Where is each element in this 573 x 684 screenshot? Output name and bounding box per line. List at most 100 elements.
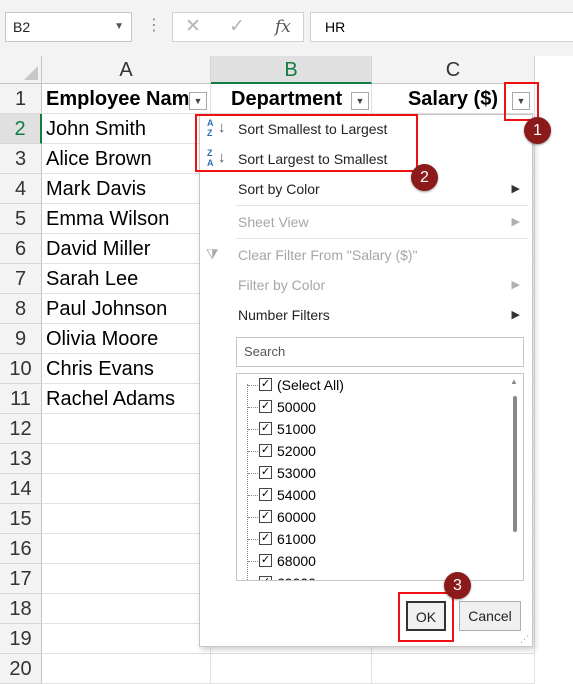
cell-employee-name[interactable]: Paul Johnson <box>42 294 211 324</box>
checkbox-checked-icon[interactable]: ✓ <box>259 554 272 567</box>
checkbox-checked-icon[interactable]: ✓ <box>259 510 272 523</box>
filter-value-label: 61000 <box>277 531 316 547</box>
column-header-c[interactable]: C <box>372 56 535 84</box>
row-header[interactable]: 19 <box>0 624 42 654</box>
chevron-down-icon[interactable]: ▼ <box>114 13 124 41</box>
row-header[interactable]: 18 <box>0 594 42 624</box>
filter-search-input[interactable]: Search <box>236 337 524 367</box>
column-header-a[interactable]: A <box>42 56 211 84</box>
checkbox-checked-icon[interactable]: ✓ <box>259 422 272 435</box>
filter-value-item[interactable]: ✓ 61000 <box>237 528 497 550</box>
cell-employee-name[interactable] <box>42 444 211 474</box>
menu-separator <box>236 205 528 206</box>
cell-employee-name[interactable] <box>42 504 211 534</box>
cell-employee-name[interactable] <box>42 654 211 684</box>
row-header[interactable]: 11 <box>0 384 42 414</box>
cell-employee-name[interactable] <box>42 534 211 564</box>
row-header[interactable]: 2 <box>0 114 42 144</box>
row-header[interactable]: 10 <box>0 354 42 384</box>
header-cell-employee-name[interactable]: Employee Nam <box>42 84 211 114</box>
filter-value-item[interactable]: ✓ 53000 <box>237 462 497 484</box>
filter-value-item[interactable]: ✓ 54000 <box>237 484 497 506</box>
select-all-corner[interactable] <box>0 56 42 84</box>
menu-separator <box>236 238 528 239</box>
checkbox-checked-icon[interactable]: ✓ <box>259 466 272 479</box>
row-header[interactable]: 5 <box>0 204 42 234</box>
row-header[interactable]: 17 <box>0 564 42 594</box>
tree-connector <box>248 517 258 518</box>
row-header[interactable]: 7 <box>0 264 42 294</box>
cell-employee-name[interactable]: Alice Brown <box>42 144 211 174</box>
row-header[interactable]: 20 <box>0 654 42 684</box>
cancel-button[interactable]: Cancel <box>459 601 521 631</box>
tree-connector <box>248 451 258 452</box>
filter-dropdown-employee-icon[interactable]: ▼ <box>189 92 207 110</box>
cancel-icon[interactable]: ✕ <box>185 13 201 41</box>
cell-employee-name[interactable] <box>42 594 211 624</box>
cell-employee-name[interactable] <box>42 564 211 594</box>
tree-connector <box>248 385 258 386</box>
row-header[interactable]: 4 <box>0 174 42 204</box>
cell-employee-name[interactable] <box>42 624 211 654</box>
filter-value-item[interactable]: ✓ 52000 <box>237 440 497 462</box>
name-box-value: B2 <box>13 19 31 35</box>
checkbox-checked-icon[interactable]: ✓ <box>259 532 272 545</box>
sheet-view-item: Sheet View ▶ <box>200 208 532 236</box>
select-all-triangle-icon <box>24 66 38 80</box>
row-header[interactable]: 9 <box>0 324 42 354</box>
number-filters-item[interactable]: Number Filters ▶ <box>200 301 532 329</box>
filter-value-item[interactable]: ✓ 51000 <box>237 418 497 440</box>
checkbox-checked-icon[interactable]: ✓ <box>259 576 272 580</box>
formula-input[interactable]: HR <box>310 12 573 42</box>
cell-employee-name[interactable]: Olivia Moore <box>42 324 211 354</box>
sort-by-color-label: Sort by Color <box>238 181 320 197</box>
cell-employee-name[interactable]: John Smith <box>42 114 211 144</box>
cell-employee-name[interactable]: Chris Evans <box>42 354 211 384</box>
filter-value-label: 50000 <box>277 399 316 415</box>
row-header[interactable]: 1 <box>0 84 42 114</box>
cell-employee-name[interactable]: Sarah Lee <box>42 264 211 294</box>
checkbox-checked-icon[interactable]: ✓ <box>259 444 272 457</box>
insert-function-icon[interactable]: fx <box>275 13 291 41</box>
cell-employee-name[interactable]: Mark Davis <box>42 174 211 204</box>
row-header[interactable]: 3 <box>0 144 42 174</box>
filter-value-item[interactable]: ✓ 68000 <box>237 550 497 572</box>
row-header[interactable]: 12 <box>0 414 42 444</box>
submenu-arrow-icon: ▶ <box>511 309 520 321</box>
step-badge-2: 2 <box>411 164 438 191</box>
list-scrollbar[interactable]: ▲ <box>507 374 523 580</box>
filter-value-item[interactable]: ✓ 60000 <box>237 506 497 528</box>
cell-employee-name[interactable] <box>42 414 211 444</box>
cell-employee-name[interactable] <box>42 474 211 504</box>
cell-employee-name[interactable]: David Miller <box>42 234 211 264</box>
filter-value-label: 60000 <box>277 509 316 525</box>
cell-salary[interactable] <box>372 654 535 684</box>
enter-check-icon[interactable]: ✓ <box>229 13 245 41</box>
row-header[interactable]: 14 <box>0 474 42 504</box>
column-header-b[interactable]: B <box>211 56 372 84</box>
row-header[interactable]: 13 <box>0 444 42 474</box>
row-header[interactable]: 15 <box>0 504 42 534</box>
scroll-thumb[interactable] <box>513 396 517 532</box>
filter-value-item[interactable]: ✓ 50000 <box>237 396 497 418</box>
checkbox-checked-icon[interactable]: ✓ <box>259 378 272 391</box>
checkbox-checked-icon[interactable]: ✓ <box>259 400 272 413</box>
filter-dropdown-department-icon[interactable]: ▼ <box>351 92 369 110</box>
scroll-up-icon[interactable]: ▲ <box>510 377 518 386</box>
select-all-item[interactable]: ✓ (Select All) <box>237 374 497 396</box>
row-header[interactable]: 8 <box>0 294 42 324</box>
cell-department[interactable] <box>211 654 372 684</box>
cell-employee-name[interactable]: Rachel Adams <box>42 384 211 414</box>
resize-grip-icon[interactable]: ⋰ <box>520 635 529 644</box>
row-header[interactable]: 6 <box>0 234 42 264</box>
sheet-view-label: Sheet View <box>238 214 309 230</box>
row-header[interactable]: 16 <box>0 534 42 564</box>
name-box[interactable]: B2 ▼ <box>5 12 132 42</box>
header-cell-department[interactable]: Department <box>211 84 372 114</box>
cell-employee-name[interactable]: Emma Wilson <box>42 204 211 234</box>
filter-value-label: (Select All) <box>277 377 344 393</box>
sort-by-color-item[interactable]: Sort by Color ▶ <box>200 175 532 203</box>
formula-bar: B2 ▼ ⋮ ✕ ✓ fx HR <box>0 0 573 56</box>
filter-by-color-item: Filter by Color ▶ <box>200 271 532 299</box>
checkbox-checked-icon[interactable]: ✓ <box>259 488 272 501</box>
